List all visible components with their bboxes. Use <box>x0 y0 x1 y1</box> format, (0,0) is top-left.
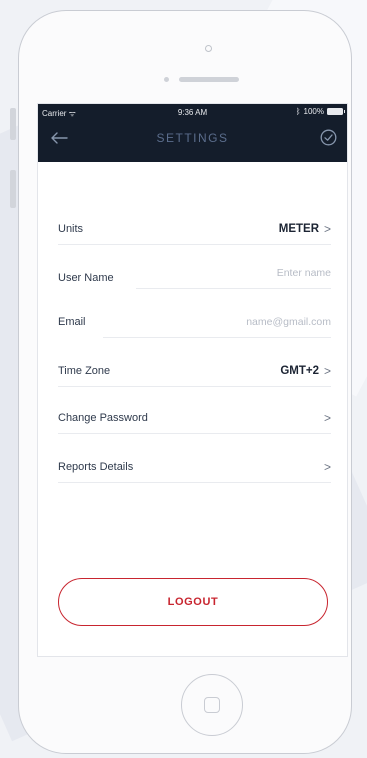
user-name-input[interactable] <box>151 265 331 281</box>
chevron-right-icon: > <box>323 411 331 425</box>
battery-percent: 100% <box>303 107 324 116</box>
time-zone-row[interactable]: Time Zone GMT+2 > <box>58 363 331 387</box>
logout-button[interactable]: LOGOUT <box>58 578 328 626</box>
units-row[interactable]: Units METER > <box>58 221 331 245</box>
battery-icon <box>327 108 345 115</box>
change-password-label: Change Password <box>58 412 148 424</box>
stage: Carrier ᯤ 9:36 AM ᛒ 100% SETTINGS Units … <box>0 0 367 758</box>
camera-icon <box>205 45 212 52</box>
chevron-right-icon: > <box>323 460 331 474</box>
row-divider <box>58 433 331 434</box>
volume-button <box>10 108 16 140</box>
units-value: METER <box>278 223 319 235</box>
page-title: SETTINGS <box>156 131 229 145</box>
volume-button <box>10 170 16 208</box>
email-row: Email <box>58 314 331 338</box>
email-label: Email <box>58 316 86 328</box>
user-name-label: User Name <box>58 272 114 284</box>
change-password-row[interactable]: Change Password > <box>58 410 331 434</box>
reports-details-label: Reports Details <box>58 461 134 473</box>
reports-details-row[interactable]: Reports Details > <box>58 459 331 483</box>
app-screen: Carrier ᯤ 9:36 AM ᛒ 100% SETTINGS Units … <box>37 103 348 657</box>
user-name-row: User Name <box>58 265 331 289</box>
row-divider <box>58 244 331 245</box>
chevron-right-icon: > <box>323 364 331 378</box>
units-label: Units <box>58 223 84 235</box>
bluetooth-icon: ᛒ <box>295 107 301 116</box>
speaker-grille <box>179 77 239 82</box>
sensor-dot <box>164 77 169 82</box>
home-square-icon <box>204 697 220 713</box>
chevron-right-icon: > <box>323 222 331 236</box>
time-zone-label: Time Zone <box>58 365 111 377</box>
home-button[interactable] <box>181 674 243 736</box>
email-input[interactable] <box>111 314 331 330</box>
status-battery: ᛒ 100% <box>295 107 345 116</box>
row-divider <box>58 386 331 387</box>
input-underline <box>136 288 331 289</box>
time-zone-value: GMT+2 <box>280 365 319 377</box>
input-underline <box>103 337 331 338</box>
check-circle-icon[interactable] <box>320 129 337 146</box>
row-divider <box>58 482 331 483</box>
navigation-bar: Carrier ᯤ 9:36 AM ᛒ 100% SETTINGS <box>38 104 347 162</box>
